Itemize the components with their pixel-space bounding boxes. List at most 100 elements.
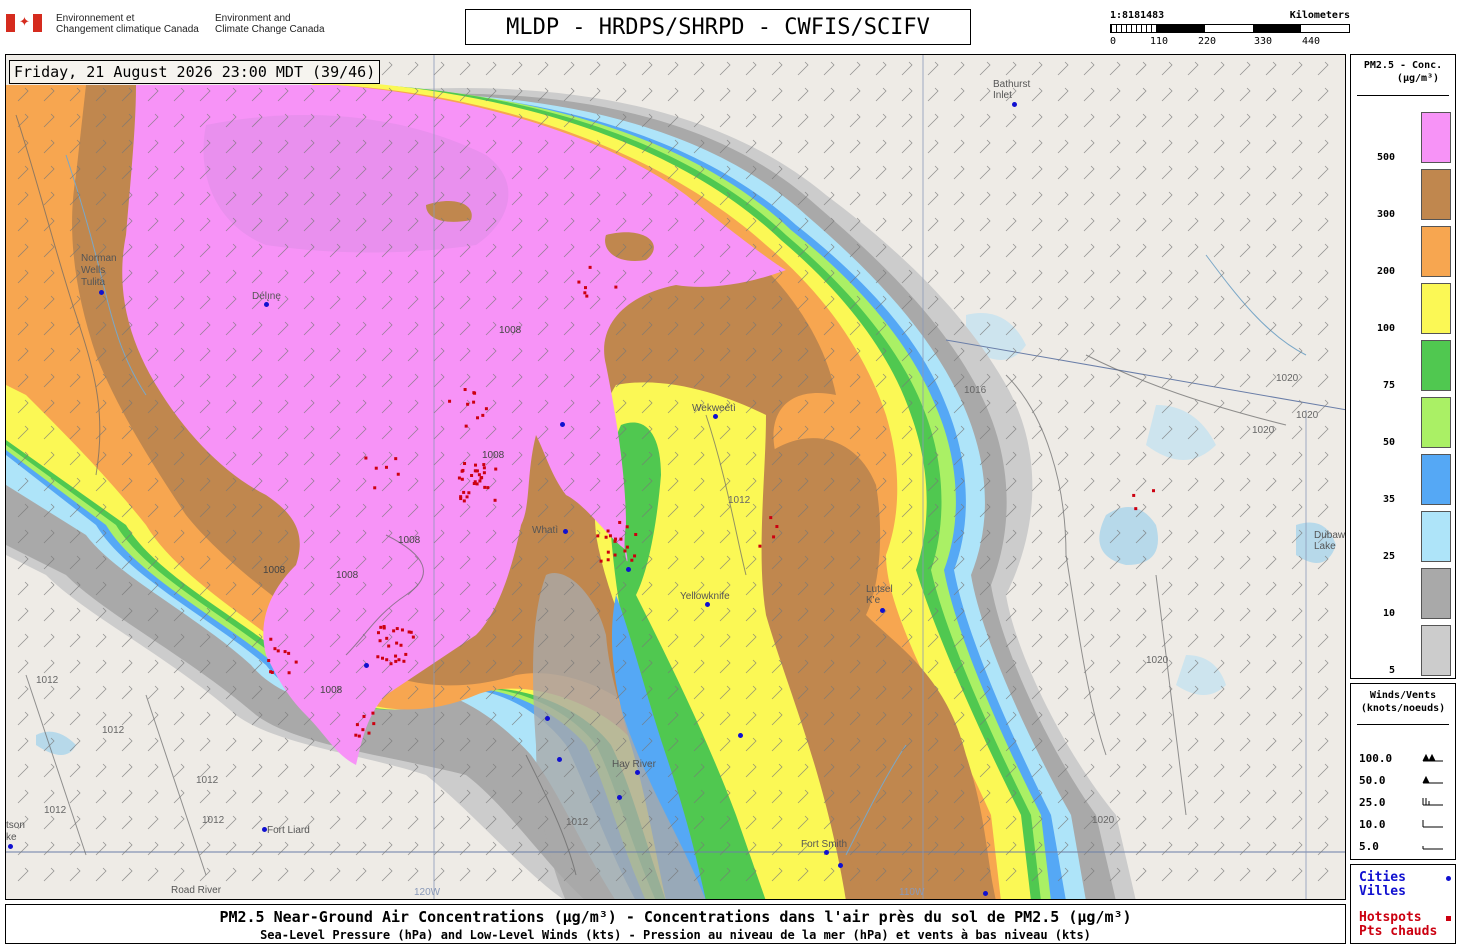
isobar-label: 1012 [102,725,125,736]
wind-barb-icon [1422,798,1443,806]
scale-unit: Kilometers [1289,10,1350,21]
forecast-datetime: Friday, 21 August 2026 23:00 MDT (39/46) [9,60,381,84]
concentration-legend: PM2.5 - Conc. (µg/m³) 500 300 200 100 75 50 35… [1350,54,1456,679]
hotspot-marker [604,535,608,539]
isobar-label: 1012 [196,775,219,786]
legend-swatch [1421,625,1451,676]
city-marker[interactable] [264,302,269,307]
hotspot-marker [402,659,406,663]
city-marker[interactable] [713,414,718,419]
hotspot-marker [480,476,484,480]
hotspot-marker [588,265,592,269]
scale-bar: 1:8181483 Kilometers 0 110 220 330 440 [1110,10,1350,50]
hotspot-marker [378,639,382,643]
wind-barb-icon [1422,753,1443,762]
city-marker[interactable] [705,602,710,607]
city-marker[interactable] [364,663,369,668]
city-marker[interactable] [626,567,631,572]
hotspot-marker [462,499,466,503]
place-label-whati: Whatì [532,525,559,536]
caption-line-1: PM2.5 Near-Ground Air Concentrations (µg… [219,908,1132,926]
legend-swatch [1421,511,1451,562]
legend-cities-label: Cities Villes [1359,871,1453,899]
isobar-label: 1020 [1092,815,1115,826]
place-label-bathurst-inlet: Bathurst Inlet [993,79,1031,101]
city-marker[interactable] [635,770,640,775]
map-graphic [6,55,1345,899]
isobar-label: 1016 [964,385,987,396]
hotspot-marker [387,644,391,648]
hotspot-marker [396,472,400,476]
city-marker[interactable] [557,757,562,762]
city-marker[interactable] [1012,102,1017,107]
city-marker[interactable] [8,844,13,849]
hotspot-marker [394,659,398,663]
scale-bar-graphic [1110,24,1350,33]
city-marker[interactable] [838,863,843,868]
longitude-label: 110W [899,887,925,898]
city-marker[interactable] [563,529,568,534]
map-caption: PM2.5 Near-Ground Air Concentrations (µg… [5,904,1346,944]
city-marker[interactable] [824,850,829,855]
hotspot-marker [464,424,468,428]
isobar-label: 1008 [320,685,343,696]
isobar-label: 1008 [499,325,522,336]
hotspot-marker [371,711,375,715]
scale-tick: 0 [1110,36,1117,47]
legend-swatch [1421,283,1451,334]
hotspot-marker [361,728,365,732]
hotspot-marker [472,482,476,486]
city-marker[interactable] [262,827,267,832]
smoke-map[interactable]: Bathurst Inlet Norman Wells Tulita Délı̨nę … [5,54,1346,900]
hotspot-marker [577,280,581,284]
hotspot-marker [482,466,486,470]
wind-legend-row: 5.0 [1359,840,1449,854]
hotspot-marker [392,629,396,633]
city-marker[interactable] [880,608,885,613]
hotspot-marker [596,534,600,538]
hotspot-marker [493,498,497,502]
hotspot-marker [373,486,377,490]
wind-barb-icon [1422,820,1443,828]
city-marker[interactable] [99,290,104,295]
hotspot-square-icon [1446,916,1451,921]
hotspot-marker [474,469,478,473]
hotspot-marker [466,402,470,406]
legend-swatch [1421,454,1451,505]
hotspot-marker [613,553,617,557]
place-label-yellowknife: Yellowknife [680,591,730,602]
city-marker[interactable] [617,795,622,800]
hotspot-marker [769,516,773,520]
hotspot-marker [463,462,467,466]
hotspot-marker [357,734,361,738]
hotspot-marker [404,652,408,656]
hotspot-marker [376,655,380,659]
legend-unit: (knots/noeuds) [1360,703,1446,714]
wind-legend-row: 25.0 [1359,796,1449,810]
city-dot-icon [1446,876,1451,881]
hotspot-marker [463,388,467,392]
city-marker[interactable] [545,716,550,721]
hotspot-marker [482,463,486,467]
hotspot-marker [399,643,403,647]
legend-swatch [1421,340,1451,391]
hotspot-marker [395,641,399,645]
wind-barb-icon [1422,846,1443,850]
legend-level-label: 50 [1382,437,1395,448]
city-marker[interactable] [738,733,743,738]
department-name-fr: Environnement et Changement climatique Ca… [56,13,199,35]
hotspot-marker [473,391,477,395]
hotspot-marker [484,407,488,411]
hotspot-marker [400,628,404,632]
isobar-label: 1008 [336,570,359,581]
hotspot-marker [465,495,469,499]
hotspot-marker [472,400,476,404]
isobar-label: 1008 [398,535,421,546]
hotspot-marker [634,532,638,536]
hotspot-marker [623,549,627,553]
hotspot-marker [374,466,378,470]
city-marker[interactable] [983,891,988,896]
legend-swatch [1421,112,1451,163]
city-marker[interactable] [560,422,565,427]
hotspot-marker [394,457,398,461]
